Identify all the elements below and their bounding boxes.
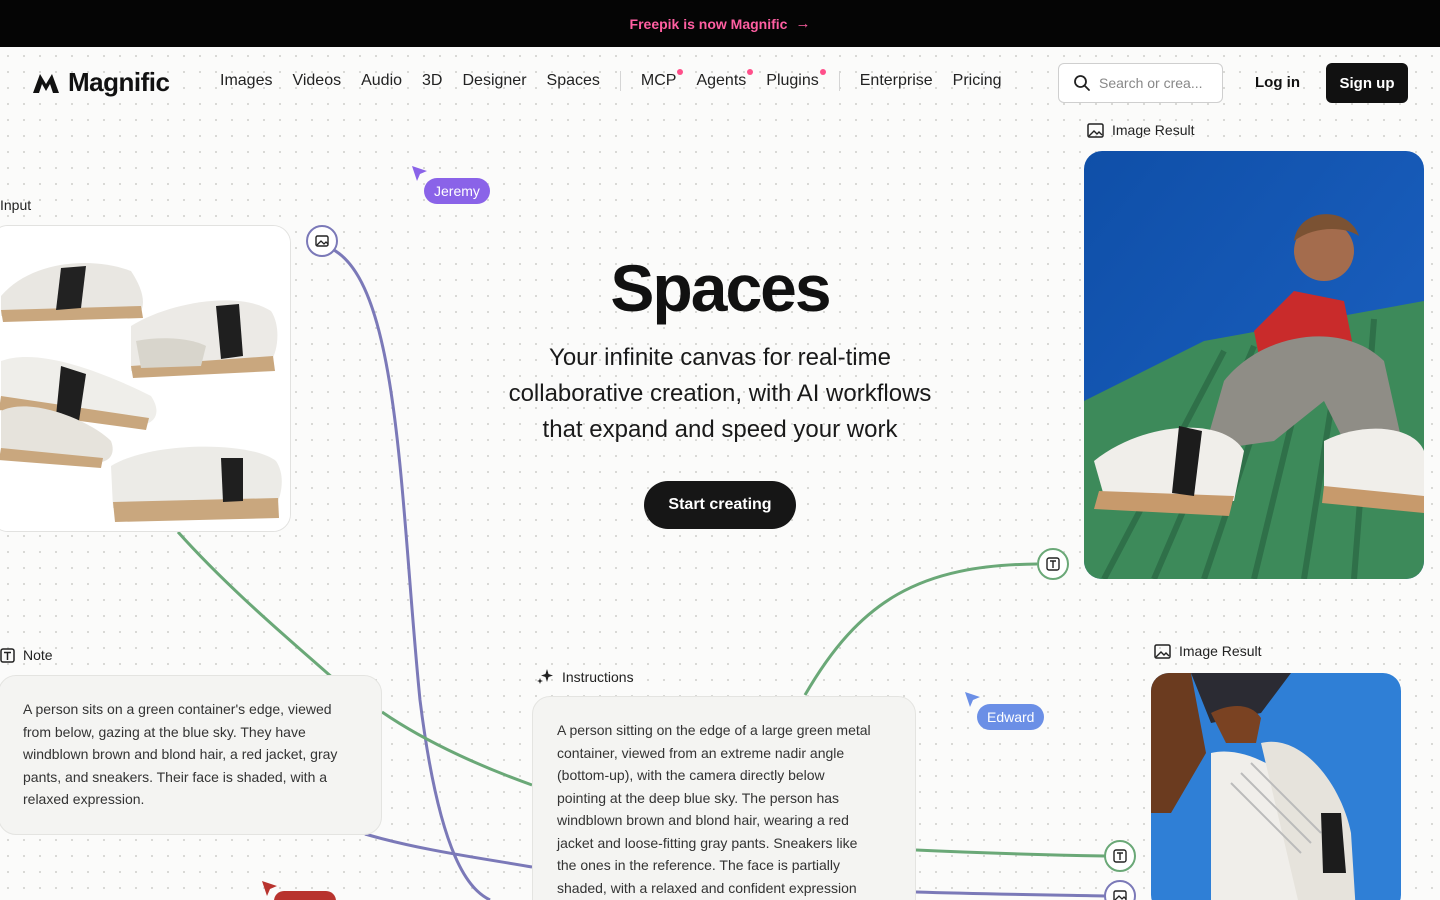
- collaborator-tag-jeremy: Jeremy: [424, 178, 490, 204]
- sneaker-shape: [111, 446, 282, 522]
- note-node-label: Note: [0, 647, 53, 663]
- sparkles-icon: [537, 669, 553, 684]
- text-icon: [0, 647, 15, 663]
- instructions-card[interactable]: A person sitting on the edge of a large …: [532, 696, 916, 900]
- collaborator-tag-red: [274, 891, 336, 900]
- image-result-card[interactable]: [1084, 151, 1424, 579]
- instructions-text-line: (bottom-up), with the camera directly be…: [557, 767, 825, 783]
- wire-note-to-instructions: [381, 710, 533, 787]
- instructions-text-line: container, viewed from an extreme nadir …: [557, 744, 845, 761]
- result2-text-port[interactable]: [1104, 840, 1136, 872]
- instructions-text-line: the ones in the reference. The face is p…: [557, 857, 841, 873]
- text-icon: [1046, 557, 1060, 571]
- input-label-text: Input: [0, 197, 32, 213]
- note-card[interactable]: A person sits on a green container's edg…: [0, 675, 382, 835]
- instructions-text-line: jacket and loose-fitting gray pants. Sne…: [557, 834, 858, 851]
- note-text-line: from below, gazing at the blue sky. They…: [23, 723, 306, 740]
- image-result-label-text: Image Result: [1179, 643, 1262, 659]
- image-result-card[interactable]: [1151, 673, 1401, 900]
- wire-instructions-to-result2-text: [915, 848, 1106, 858]
- jeremy-cursor-icon: [412, 166, 427, 181]
- instructions-text-line: windblown brown and blond hair, wearing …: [557, 812, 849, 828]
- instructions-label-text: Instructions: [562, 669, 634, 685]
- image-result-label: Image Result: [1154, 643, 1261, 659]
- image-icon: [1154, 643, 1171, 659]
- wire-instructions-to-result: [803, 562, 1038, 696]
- instructions-text-line: A person sitting on the edge of a large …: [557, 722, 871, 738]
- text-icon: [1113, 849, 1127, 863]
- instructions-node-label: Instructions: [536, 668, 634, 686]
- collaborator-tag-edward: Edward: [977, 704, 1045, 730]
- hero-subtitle: Your infinite canvas for real-time colla…: [470, 340, 970, 448]
- hero-subtitle-line: that expand and speed your work: [542, 416, 898, 443]
- wire-input-to-note: [176, 530, 336, 682]
- note-label-text: Note: [23, 647, 53, 663]
- edward-cursor-icon: [965, 692, 980, 707]
- wire-instructions-to-result2-image: [915, 890, 1106, 898]
- result-text-port[interactable]: [1037, 548, 1069, 580]
- note-text-line: windblown brown and blond hair, a red ja…: [23, 746, 338, 762]
- image-icon: [1113, 890, 1127, 900]
- note-text-line: A person sits on a green container's edg…: [23, 701, 332, 717]
- hero-subtitle-line: collaborative creation, with AI workflow…: [508, 380, 932, 407]
- image-result-label: Image Result: [1087, 122, 1194, 138]
- instructions-text-line: shaded, with a relaxed and confident exp…: [557, 879, 857, 896]
- input-node-label: Input: [0, 197, 31, 213]
- start-creating-button[interactable]: Start creating: [644, 481, 796, 529]
- image-result-label-text: Image Result: [1112, 122, 1195, 138]
- note-text-line: pants, and sneakers. Their face is shade…: [23, 768, 328, 785]
- result-photo-person-on-container: [1084, 151, 1424, 579]
- note-text-line: relaxed expression.: [23, 791, 145, 807]
- hero-subtitle-line: Your infinite canvas for real-time: [549, 344, 891, 371]
- image-icon: [1087, 122, 1104, 138]
- result-photo-hand-holding-sneakers: [1151, 673, 1401, 900]
- instructions-text-line: pointing at the deep blue sky. The perso…: [557, 789, 840, 806]
- image-icon: [315, 235, 329, 247]
